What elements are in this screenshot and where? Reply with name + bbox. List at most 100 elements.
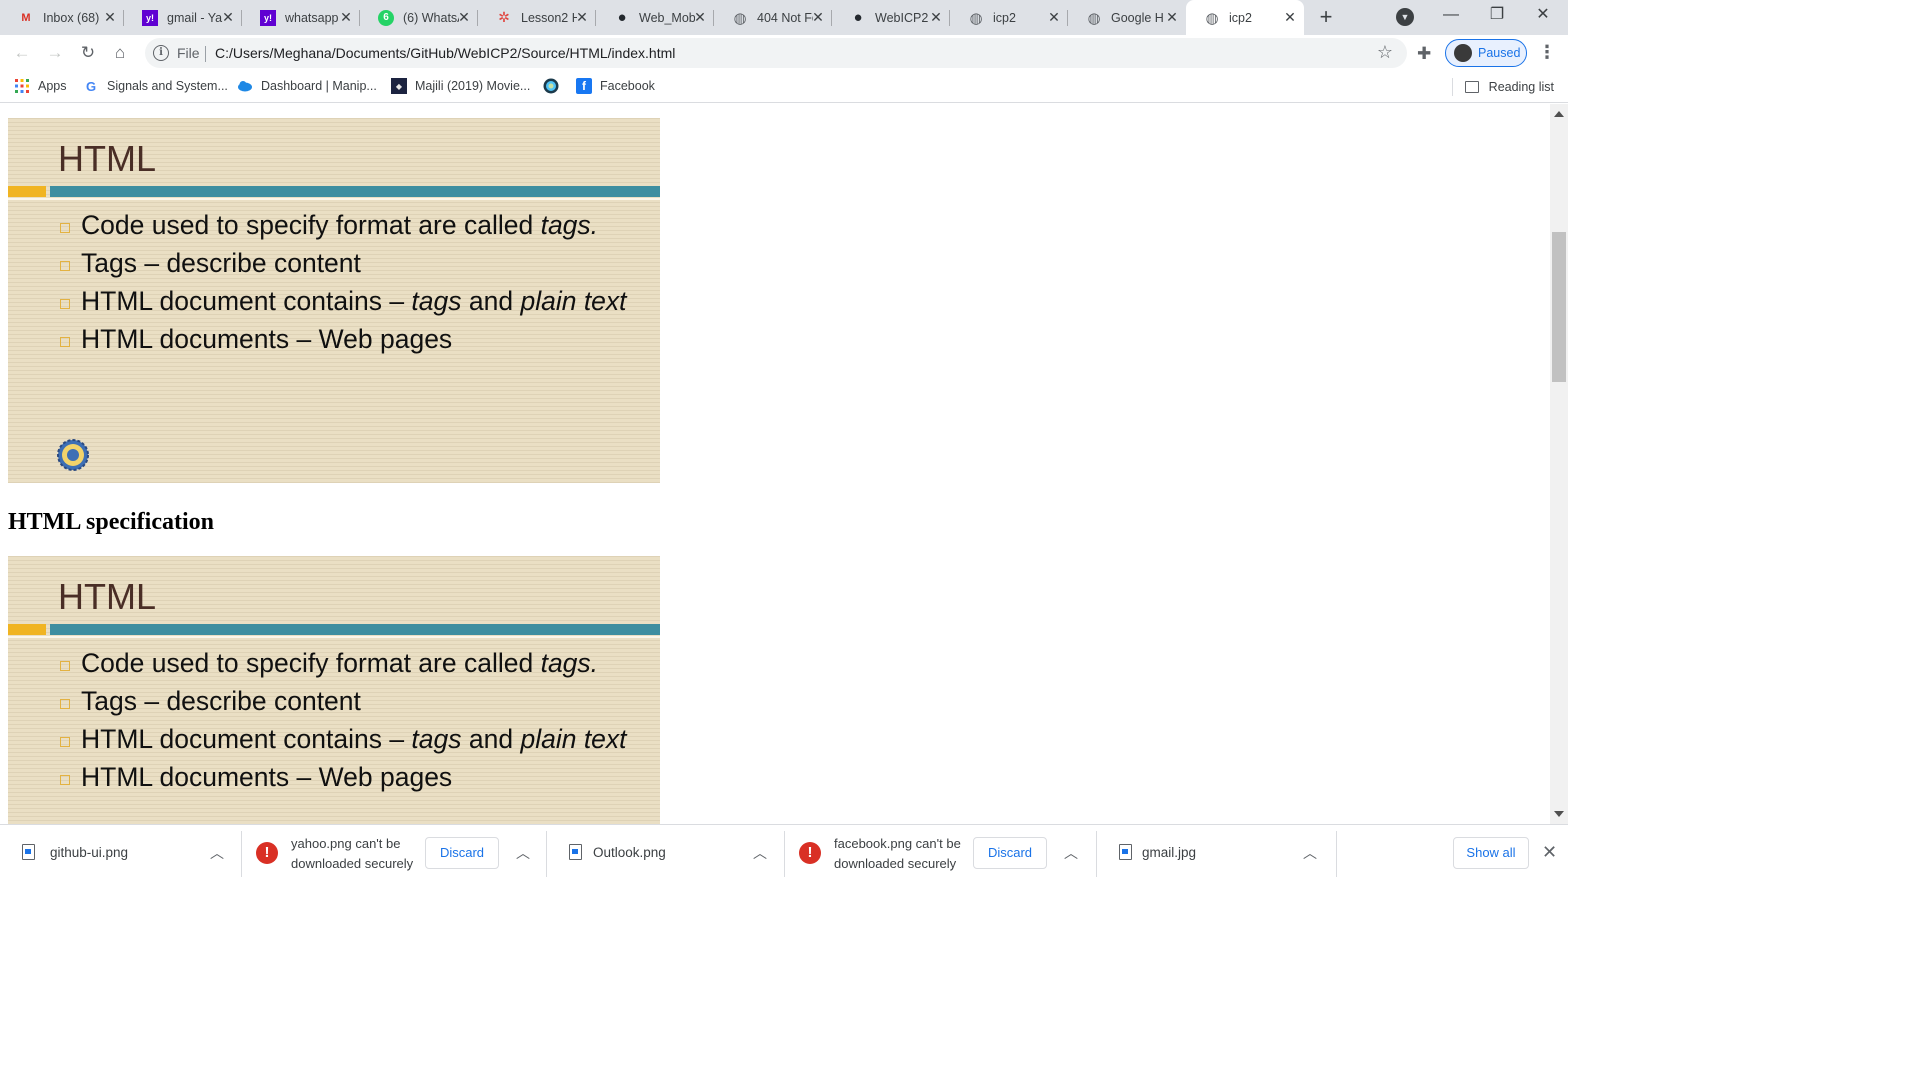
new-tab-button[interactable]: + xyxy=(1314,6,1338,30)
chevron-up-icon[interactable]: ︿ xyxy=(1064,843,1078,863)
tab-close-icon[interactable]: ✕ xyxy=(574,9,590,25)
reload-icon[interactable]: ↻ xyxy=(76,41,100,65)
slide-bullet: HTML document contains – tags and plain … xyxy=(60,282,627,320)
tab-search-icon[interactable]: ▼ xyxy=(1396,8,1414,26)
tab-gmail-yahoo[interactable]: y! gmail - Yahoo ✕ xyxy=(124,0,242,35)
tab-title: whatsapp xyxy=(285,10,339,25)
tab-icp2[interactable]: ◍ icp2 ✕ xyxy=(950,0,1068,35)
tab-close-icon[interactable]: ✕ xyxy=(810,9,826,25)
tab-close-icon[interactable]: ✕ xyxy=(220,9,236,25)
page-viewport: HTML Code used to specify format are cal… xyxy=(0,104,1550,824)
tab-whatsapp[interactable]: 6 (6) WhatsApp ✕ xyxy=(360,0,478,35)
bullet-text: Code used to specify format are called xyxy=(81,648,541,678)
download-item-outlook[interactable]: Outlook.png ︿ xyxy=(547,825,785,883)
download-item-facebook[interactable]: ! facebook.png can't be downloaded secur… xyxy=(785,825,1097,883)
scrollbar-thumb[interactable] xyxy=(1552,232,1566,382)
chevron-up-icon[interactable]: ︿ xyxy=(516,843,530,863)
forward-arrow-icon[interactable]: → xyxy=(43,41,67,65)
extensions-puzzle-icon[interactable]: ✚ xyxy=(1417,44,1431,64)
address-divider xyxy=(205,46,206,62)
download-filename: Outlook.png xyxy=(593,845,666,860)
square-bullet-icon xyxy=(60,661,70,671)
facebook-icon: f xyxy=(576,78,592,94)
slide-title: HTML xyxy=(58,138,156,179)
discard-button[interactable]: Discard xyxy=(973,837,1047,869)
github-icon: ● xyxy=(617,9,627,26)
circle-app-icon xyxy=(543,78,559,94)
reading-list-label: Reading list xyxy=(1488,80,1554,94)
tab-close-icon[interactable]: ✕ xyxy=(1046,9,1062,25)
slide-bullet: Tags – describe content xyxy=(60,244,627,282)
bookmark-majili[interactable]: ◆ Majili (2019) Movie... xyxy=(391,78,530,94)
address-bar[interactable]: i File C:/Users/Meghana/Documents/GitHub… xyxy=(145,38,1407,68)
tab-close-icon[interactable]: ✕ xyxy=(338,9,354,25)
restore-button[interactable]: ❐ xyxy=(1474,0,1520,32)
slide-bullet: HTML documents – Web pages xyxy=(60,758,627,796)
tab-close-icon[interactable]: ✕ xyxy=(1282,9,1298,25)
scroll-down-arrow-icon[interactable] xyxy=(1554,811,1564,817)
tab-close-icon[interactable]: ✕ xyxy=(456,9,472,25)
tab-title: Inbox (68) xyxy=(43,10,99,25)
slide-bullet: HTML documents – Web pages xyxy=(60,320,627,358)
home-icon[interactable]: ⌂ xyxy=(108,41,132,65)
square-bullet-icon xyxy=(60,737,70,747)
download-item-yahoo[interactable]: ! yahoo.png can't be downloaded securely… xyxy=(242,825,547,883)
university-seal-icon xyxy=(57,439,89,471)
tab-web-mobile[interactable]: ● Web_Mob ✕ xyxy=(596,0,714,35)
chevron-up-icon[interactable]: ︿ xyxy=(210,843,224,863)
bookmark-apps[interactable]: Apps xyxy=(14,78,67,94)
download-warning-text: facebook.png can't be downloaded securel… xyxy=(834,836,961,871)
show-all-button[interactable]: Show all xyxy=(1453,837,1529,869)
page-scrollbar[interactable] xyxy=(1550,104,1568,824)
menu-dots-icon[interactable]: ⋮ xyxy=(1538,43,1556,61)
profile-status: Paused xyxy=(1478,46,1521,60)
bookmark-facebook[interactable]: f Facebook xyxy=(576,78,655,94)
discard-button[interactable]: Discard xyxy=(425,837,499,869)
info-icon[interactable]: i xyxy=(153,45,169,61)
tab-icp2-active[interactable]: ◍ icp2 ✕ xyxy=(1186,0,1304,35)
movie-icon: ◆ xyxy=(391,78,407,94)
slide-bullet: Tags – describe content xyxy=(60,682,627,720)
bookmarks-bar: Apps G Signals and System... Dashboard |… xyxy=(0,71,1568,103)
bullet-text: HTML documents – Web pages xyxy=(81,324,453,354)
reading-list-button[interactable]: Reading list xyxy=(1451,78,1554,96)
tab-close-icon[interactable]: ✕ xyxy=(102,9,118,25)
tab-lesson2[interactable]: ✲ Lesson2 H ✕ xyxy=(478,0,596,35)
tab-title: (6) WhatsApp xyxy=(403,10,459,25)
tab-inbox[interactable]: M Inbox (68) ✕ xyxy=(0,0,124,35)
github-icon: ● xyxy=(853,9,863,26)
tab-404[interactable]: ◍ 404 Not Fo ✕ xyxy=(714,0,832,35)
close-window-button[interactable]: ✕ xyxy=(1520,0,1566,32)
bullet-text: Tags – describe content xyxy=(81,248,361,278)
tab-close-icon[interactable]: ✕ xyxy=(692,9,708,25)
tab-close-icon[interactable]: ✕ xyxy=(928,9,944,25)
bookmark-label: Majili (2019) Movie... xyxy=(415,79,531,93)
scroll-up-arrow-icon[interactable] xyxy=(1554,111,1564,117)
back-arrow-icon[interactable]: ← xyxy=(10,41,34,65)
tab-webicp2[interactable]: ● WebICP2 ✕ xyxy=(832,0,950,35)
bullet-text: and xyxy=(461,286,521,316)
close-icon[interactable]: ✕ xyxy=(1542,842,1557,863)
bullet-emphasis: tags. xyxy=(540,210,599,240)
bullet-emphasis: plain text xyxy=(520,286,627,316)
download-item-gmail[interactable]: gmail.jpg ︿ xyxy=(1097,825,1337,883)
bookmark-dashboard[interactable]: Dashboard | Manip... xyxy=(237,78,377,94)
bookmark-star-icon[interactable]: ☆ xyxy=(1377,42,1393,63)
download-separator xyxy=(1336,831,1337,877)
bookmark-signals[interactable]: G Signals and System... xyxy=(83,78,228,94)
profile-button[interactable]: Paused xyxy=(1445,39,1527,67)
chevron-up-icon[interactable]: ︿ xyxy=(1303,843,1317,863)
minimize-button[interactable]: — xyxy=(1428,0,1474,32)
yahoo-icon: y! xyxy=(260,9,276,26)
download-item-github-ui[interactable]: github-ui.png ︿ xyxy=(0,825,242,883)
bookmark-circle-app[interactable] xyxy=(543,78,567,94)
tab-title: gmail - Yahoo xyxy=(167,10,223,25)
download-warning-text: yahoo.png can't be downloaded securely xyxy=(291,836,414,871)
slide-bullet-list: Code used to specify format are called t… xyxy=(60,644,627,796)
tab-whatsapp-yahoo[interactable]: y! whatsapp ✕ xyxy=(242,0,360,35)
tab-close-icon[interactable]: ✕ xyxy=(1164,9,1180,25)
url-text[interactable]: C:/Users/Meghana/Documents/GitHub/WebICP… xyxy=(215,45,675,61)
slide-teal-bar xyxy=(50,624,660,635)
chevron-up-icon[interactable]: ︿ xyxy=(753,843,767,863)
tab-google[interactable]: ◍ Google H ✕ xyxy=(1068,0,1186,35)
